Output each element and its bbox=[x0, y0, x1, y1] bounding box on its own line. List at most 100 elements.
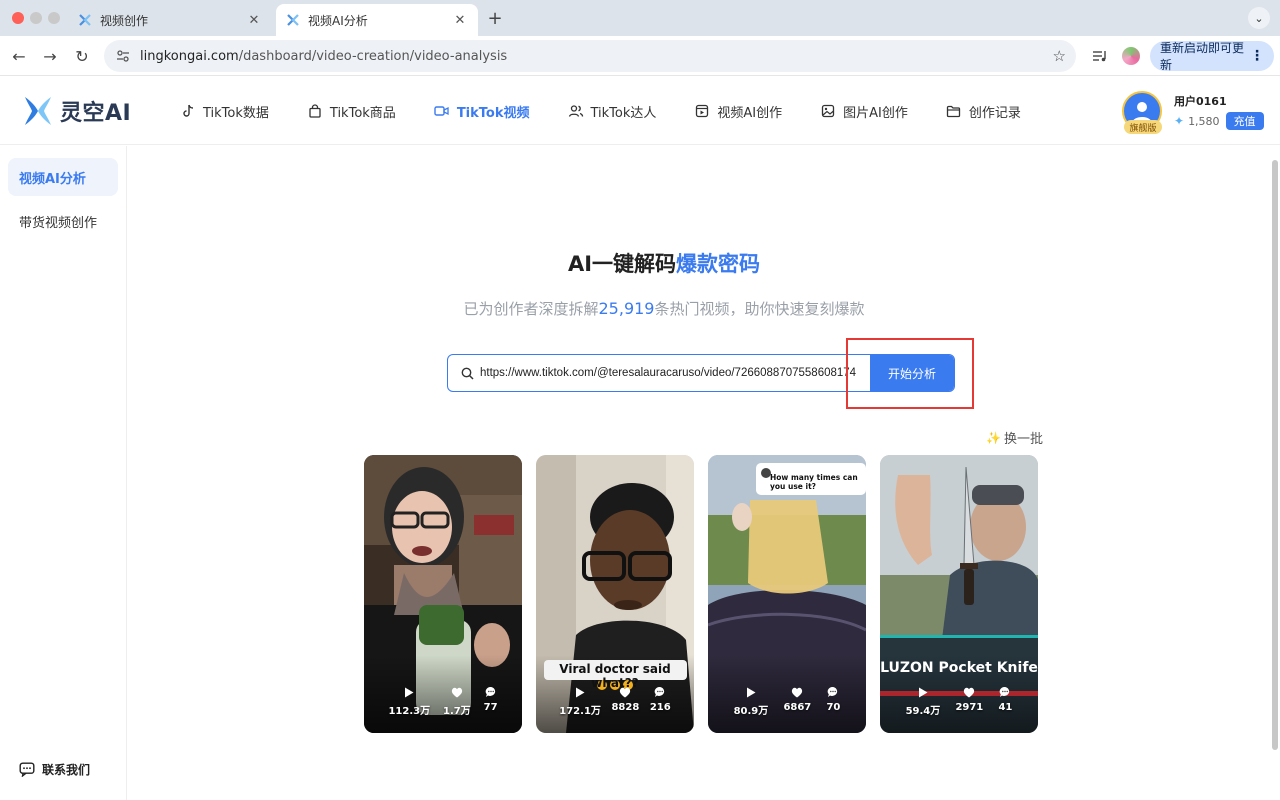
sidebar-item-product-video-creation[interactable]: 带货视频创作 bbox=[8, 202, 118, 240]
window-minimize-button[interactable] bbox=[30, 12, 42, 24]
comment-count-value: 41 bbox=[998, 702, 1013, 713]
sidebar-item-video-ai-analysis[interactable]: 视频AI分析 bbox=[8, 158, 118, 196]
play-count-value: 80.9万 bbox=[733, 706, 769, 717]
play-count: 80.9万 bbox=[733, 685, 769, 717]
play-count-value: 59.4万 bbox=[905, 706, 941, 717]
tab-title: 视频创作 bbox=[100, 13, 149, 28]
folder-icon bbox=[946, 103, 962, 119]
play-icon bbox=[575, 685, 585, 699]
heart-icon bbox=[791, 685, 803, 699]
comment-icon bbox=[654, 685, 666, 699]
like-count-value: 1.7万 bbox=[443, 706, 471, 717]
nav-label: TikTok数据 bbox=[203, 105, 269, 121]
recharge-button[interactable]: 充值 bbox=[1225, 112, 1264, 130]
nav-label: TikTok视频 bbox=[456, 105, 530, 121]
contact-label: 联系我们 bbox=[42, 762, 91, 777]
top-nav: TikTok数据 TikTok商品 TikTok视频 TikTok达人 视频AI… bbox=[180, 77, 1059, 145]
nav-label: TikTok达人 bbox=[590, 105, 657, 121]
chat-bubble-icon bbox=[18, 760, 36, 778]
video-caption: How many times can you use it? bbox=[770, 473, 858, 491]
like-count-value: 8828 bbox=[611, 702, 640, 713]
comment-count-value: 77 bbox=[483, 702, 498, 713]
video-card[interactable]: 112.3万 1.7万 77 bbox=[364, 455, 522, 733]
play-count: 59.4万 bbox=[905, 685, 941, 717]
browser-tab-bar: 视频创作 ✕ 视频AI分析 ✕ + ⌄ bbox=[0, 0, 1280, 36]
heart-icon bbox=[963, 685, 975, 699]
bookmark-star-icon[interactable]: ☆ bbox=[1053, 47, 1066, 65]
nav-item-tiktok-products[interactable]: TikTok商品 bbox=[307, 77, 396, 145]
browser-tab-video-creation[interactable]: 视频创作 ✕ bbox=[68, 4, 272, 36]
nav-item-tiktok-videos[interactable]: TikTok视频 bbox=[434, 77, 530, 145]
highlight-annotation-box bbox=[846, 338, 974, 409]
page-scrollbar[interactable] bbox=[1272, 160, 1278, 750]
more-vertical-icon: ⋮ bbox=[1250, 48, 1264, 64]
back-arrow-icon[interactable]: ← bbox=[9, 46, 29, 66]
refresh-batch-button[interactable]: ✨ 换一批 bbox=[986, 428, 1043, 448]
tab-close-icon[interactable]: ✕ bbox=[452, 13, 468, 28]
tab-close-icon[interactable]: ✕ bbox=[246, 13, 262, 28]
app-logo[interactable]: 灵空AI bbox=[22, 94, 131, 128]
url-text: lingkongai.com/dashboard/video-creation/… bbox=[140, 49, 1053, 64]
user-name: 用户0161 bbox=[1174, 95, 1227, 108]
nav-item-video-ai-creation[interactable]: 视频AI创作 bbox=[694, 77, 782, 145]
reload-icon[interactable]: ↻ bbox=[72, 46, 92, 66]
like-count: 1.7万 bbox=[443, 685, 471, 717]
window-close-button[interactable] bbox=[12, 12, 24, 24]
comment-icon bbox=[485, 685, 497, 699]
profile-avatar-icon[interactable] bbox=[1120, 45, 1142, 67]
comment-count-value: 216 bbox=[649, 702, 671, 713]
membership-badge: 旗舰版 bbox=[1124, 120, 1162, 134]
browser-toolbar: ← → ↻ lingkongai.com/dashboard/video-cre… bbox=[0, 36, 1280, 76]
nav-item-tiktok-data[interactable]: TikTok数据 bbox=[180, 77, 269, 145]
comment-count: 41 bbox=[998, 685, 1012, 717]
title-prefix: AI一键解码 bbox=[567, 252, 677, 276]
app-header: 灵空AI TikTok数据 TikTok商品 TikTok视频 TikTok达人 bbox=[0, 77, 1280, 145]
site-favicon-icon bbox=[78, 13, 92, 27]
nav-item-tiktok-influencers[interactable]: TikTok达人 bbox=[568, 77, 657, 145]
nav-item-image-ai-creation[interactable]: 图片AI创作 bbox=[820, 77, 908, 145]
sidebar: 视频AI分析 带货视频创作 联系我们 bbox=[0, 146, 127, 800]
nav-label: 创作记录 bbox=[968, 105, 1021, 121]
page-subtitle: 已为创作者深度拆解25,919条热门视频，助你快速复刻爆款 bbox=[128, 298, 1200, 319]
comment-count: 70 bbox=[826, 685, 840, 717]
video-stats: 80.9万 6867 70 bbox=[708, 685, 866, 717]
play-count-value: 112.3万 bbox=[388, 706, 431, 717]
site-favicon-icon bbox=[286, 13, 300, 27]
subtitle-suffix: 条热门视频，助你快速复刻爆款 bbox=[654, 300, 865, 318]
play-icon bbox=[746, 685, 756, 699]
tiktok-icon bbox=[180, 103, 196, 119]
video-url-input[interactable] bbox=[480, 367, 870, 379]
video-card[interactable]: Viral doctor said what?? 172.1万 8828 216 bbox=[536, 455, 694, 733]
relaunch-update-button[interactable]: 重新启动即可更新 ⋮ bbox=[1150, 41, 1274, 72]
logo-text: 灵空AI bbox=[60, 101, 132, 126]
comment-icon bbox=[999, 685, 1011, 699]
tab-search-chevron-icon[interactable]: ⌄ bbox=[1248, 7, 1270, 29]
play-count: 112.3万 bbox=[388, 685, 430, 717]
url-path: /dashboard/video-creation/video-analysis bbox=[238, 48, 508, 64]
browser-tab-video-analysis[interactable]: 视频AI分析 ✕ bbox=[276, 4, 478, 36]
new-tab-plus-icon[interactable]: + bbox=[486, 8, 504, 29]
users-icon bbox=[568, 103, 584, 119]
play-count-value: 172.1万 bbox=[559, 706, 601, 717]
contact-us-link[interactable]: 联系我们 bbox=[18, 760, 90, 778]
video-frame-icon bbox=[694, 103, 710, 119]
comment-count-value: 70 bbox=[826, 702, 841, 713]
window-zoom-button[interactable] bbox=[48, 12, 60, 24]
play-icon bbox=[918, 685, 928, 699]
like-count-value: 2971 bbox=[955, 702, 984, 713]
heart-icon bbox=[451, 685, 463, 699]
media-control-icon[interactable] bbox=[1089, 45, 1111, 67]
url-host: lingkongai.com bbox=[140, 48, 239, 64]
diamond-icon: ✦ bbox=[1174, 114, 1185, 128]
main-content: AI一键解码爆款密码 已为创作者深度拆解25,919条热门视频，助你快速复刻爆款… bbox=[128, 146, 1280, 800]
forward-arrow-icon[interactable]: → bbox=[40, 46, 60, 66]
refresh-label: 换一批 bbox=[1003, 432, 1043, 447]
shopping-bag-icon bbox=[307, 103, 323, 119]
nav-item-creation-history[interactable]: 创作记录 bbox=[946, 77, 1021, 145]
video-card[interactable]: How many times can you use it? 80.9万 686… bbox=[708, 455, 866, 733]
video-card[interactable]: LUZON Pocket Knife 59.4万 2971 41 bbox=[880, 455, 1038, 733]
play-count: 172.1万 bbox=[559, 685, 601, 717]
comment-count: 216 bbox=[650, 685, 671, 717]
site-settings-icon[interactable] bbox=[114, 47, 132, 65]
address-bar[interactable]: lingkongai.com/dashboard/video-creation/… bbox=[104, 40, 1076, 72]
